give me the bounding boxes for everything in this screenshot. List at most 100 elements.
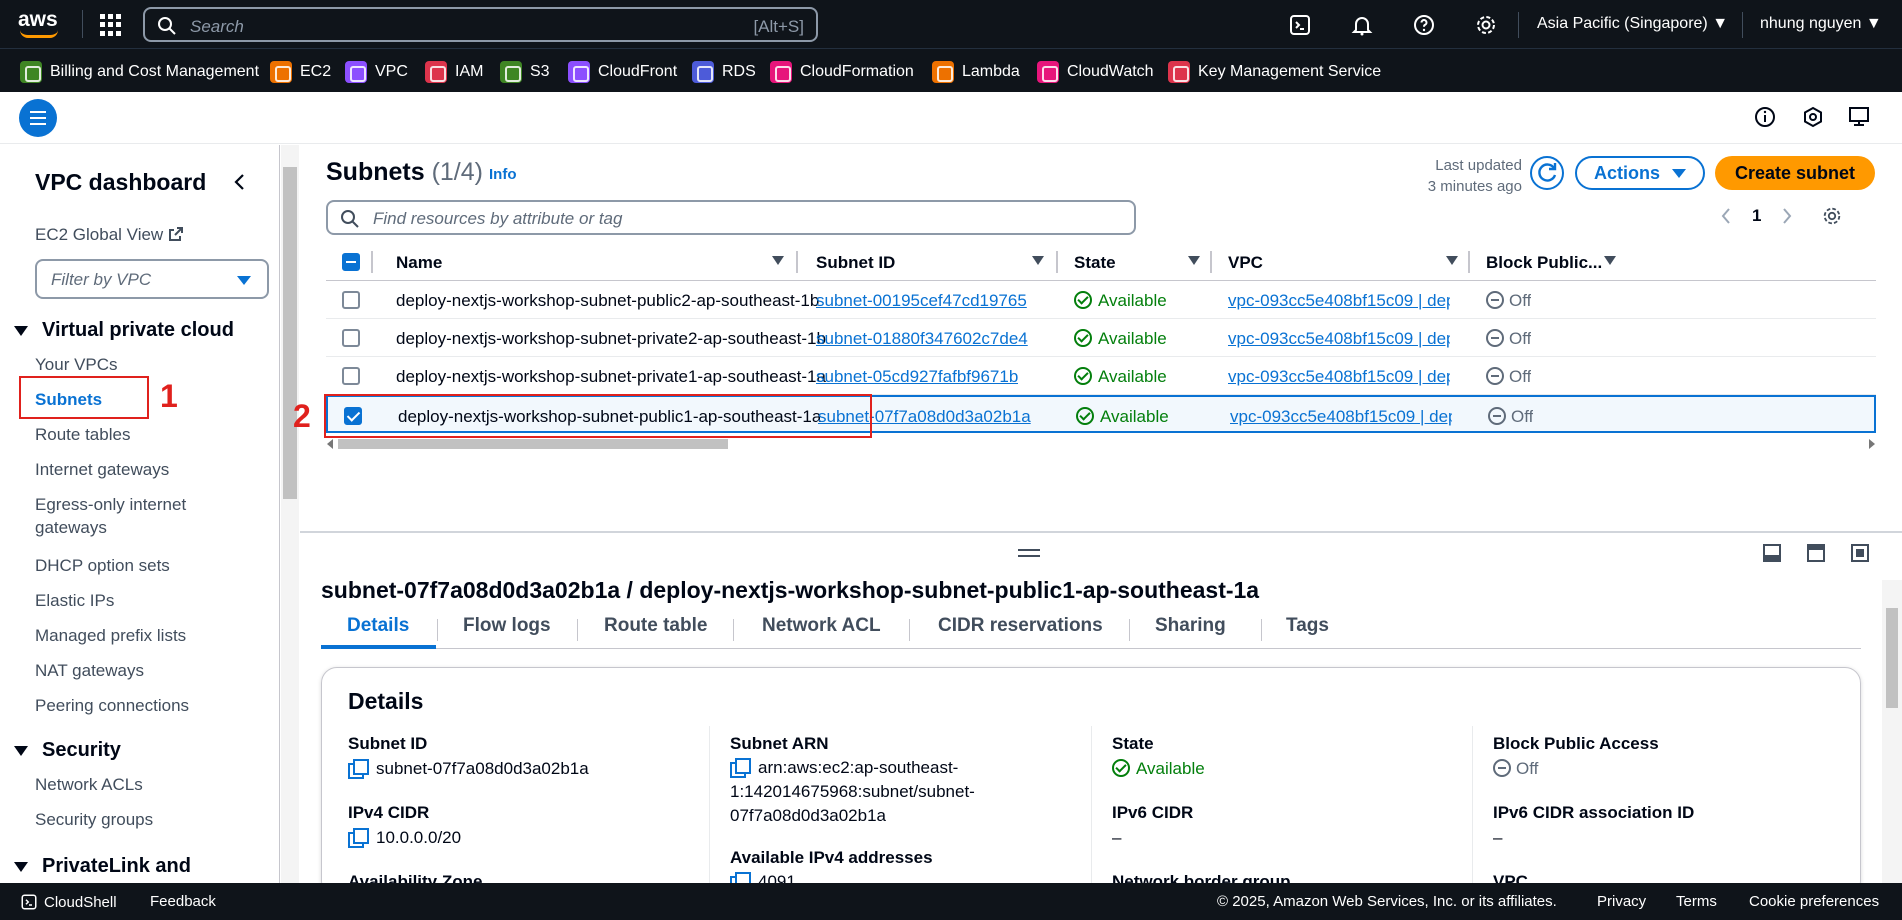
sidebar-item-internet-gateways[interactable]: Internet gateways <box>35 460 169 480</box>
table-preferences-gear-icon[interactable] <box>1821 205 1843 227</box>
sort-icon[interactable] <box>1032 256 1044 265</box>
next-page-icon[interactable] <box>1781 207 1793 225</box>
table-filter-input[interactable]: Find resources by attribute or tag <box>326 200 1136 235</box>
row-vpc-link[interactable]: vpc-093cc5e408bf15c09 | depl... <box>1230 407 1452 427</box>
region-selector[interactable]: Asia Pacific (Singapore) ▼ <box>1537 15 1728 33</box>
info-link[interactable]: Info <box>489 166 517 183</box>
favorite-rds[interactable]: RDS <box>692 61 756 83</box>
help-icon[interactable] <box>1412 13 1436 37</box>
cookie-preferences-link[interactable]: Cookie preferences <box>1749 893 1879 910</box>
tab-details[interactable]: Details <box>347 615 409 637</box>
privacy-link[interactable]: Privacy <box>1597 893 1646 910</box>
sidebar-item-network-acls[interactable]: Network ACLs <box>35 775 143 795</box>
row-checkbox[interactable] <box>342 367 360 385</box>
row-subnet-id-link[interactable]: subnet-05cd927fafbf9671b <box>816 367 1018 387</box>
split-bottom-icon[interactable] <box>1762 543 1782 563</box>
tab-flow-logs[interactable]: Flow logs <box>463 615 551 637</box>
split-panel-divider[interactable] <box>300 531 1902 533</box>
row-subnet-id-link[interactable]: subnet-01880f347602c7de4 <box>816 329 1028 349</box>
favorite-ec2[interactable]: EC2 <box>270 61 331 83</box>
favorite-s3[interactable]: S3 <box>500 61 550 83</box>
sidebar-item-managed-prefix-lists[interactable]: Managed prefix lists <box>35 626 186 646</box>
tutorial-panel-icon[interactable] <box>1848 106 1872 128</box>
maximize-panel-icon[interactable] <box>1850 543 1870 563</box>
sidebar-item-ec2-global-view[interactable]: EC2 Global View <box>35 225 184 245</box>
global-search-input[interactable]: Search [Alt+S] <box>143 7 818 42</box>
sidebar-item-nat-gateways[interactable]: NAT gateways <box>35 661 144 681</box>
sidebar-item-elastic-ips[interactable]: Elastic IPs <box>35 591 114 611</box>
row-vpc-link[interactable]: vpc-093cc5e408bf15c09 | depl... <box>1228 291 1450 311</box>
favorite-kms[interactable]: Key Management Service <box>1168 61 1381 83</box>
sidebar-scrollbar[interactable] <box>281 145 299 883</box>
drag-handle-icon[interactable] <box>1018 549 1040 557</box>
column-header-subnet-id[interactable]: Subnet ID <box>816 253 895 273</box>
favorite-iam[interactable]: IAM <box>425 61 483 83</box>
column-header-block-public-access[interactable]: Block Public... <box>1486 253 1602 273</box>
section-security[interactable]: Security <box>14 739 121 762</box>
settings-gear-icon[interactable] <box>1474 13 1498 37</box>
sidebar-item-security-groups[interactable]: Security groups <box>35 810 153 830</box>
tab-cidr-reservations[interactable]: CIDR reservations <box>938 615 1103 637</box>
table-horizontal-scrollbar[interactable] <box>326 437 1876 451</box>
status-success-icon <box>1074 329 1092 347</box>
sidebar-item-your-vpcs[interactable]: Your VPCs <box>35 355 118 375</box>
column-header-state[interactable]: State <box>1074 253 1116 273</box>
tab-tags[interactable]: Tags <box>1286 615 1329 637</box>
sidebar-item-dhcp-option-sets[interactable]: DHCP option sets <box>35 556 170 576</box>
select-all-checkbox[interactable] <box>342 253 360 271</box>
favorite-cloudwatch[interactable]: CloudWatch <box>1037 61 1154 83</box>
row-subnet-id-link[interactable]: subnet-00195cef47cd19765 <box>816 291 1027 311</box>
row-vpc-link[interactable]: vpc-093cc5e408bf15c09 | depl... <box>1228 329 1450 349</box>
column-header-vpc[interactable]: VPC <box>1228 253 1263 273</box>
tab-route-table[interactable]: Route table <box>604 615 707 637</box>
section-privatelink[interactable]: PrivateLink and <box>14 855 191 878</box>
section-virtual-private-cloud[interactable]: Virtual private cloud <box>14 319 234 342</box>
feedback-link[interactable]: Feedback <box>150 893 216 910</box>
sidebar-title[interactable]: VPC dashboard <box>35 169 206 196</box>
sort-icon[interactable] <box>772 256 784 265</box>
favorite-billing[interactable]: Billing and Cost Management <box>20 61 259 83</box>
annotation-box-2 <box>324 394 872 438</box>
row-checkbox[interactable] <box>342 329 360 347</box>
row-checkbox[interactable] <box>342 291 360 309</box>
cloudshell-button[interactable]: CloudShell <box>20 893 117 911</box>
split-side-icon[interactable] <box>1806 543 1826 563</box>
services-grid-icon[interactable] <box>100 14 122 36</box>
detail-panel-scrollbar[interactable] <box>1882 580 1902 883</box>
sidebar-item-egress-only-internet-gateways[interactable]: Egress-only internet gateways <box>35 495 186 541</box>
hexagon-icon[interactable] <box>1802 106 1824 128</box>
sidebar-item-peering-connections[interactable]: Peering connections <box>35 696 189 716</box>
aws-logo[interactable]: aws <box>18 8 64 40</box>
sidebar-item-route-tables[interactable]: Route tables <box>35 425 130 445</box>
user-menu[interactable]: nhung nguyen ▼ <box>1760 15 1882 33</box>
sort-icon[interactable] <box>1446 256 1458 265</box>
collapse-sidebar-icon[interactable] <box>232 173 246 191</box>
menu-toggle-button[interactable] <box>19 99 57 137</box>
current-page[interactable]: 1 <box>1752 206 1761 226</box>
create-subnet-button[interactable]: Create subnet <box>1715 156 1875 190</box>
favorite-cloudformation[interactable]: CloudFormation <box>770 61 914 83</box>
actions-button[interactable]: Actions <box>1575 156 1705 190</box>
table-row[interactable]: deploy-nextjs-workshop-subnet-private1-a… <box>326 357 1876 395</box>
copy-icon[interactable] <box>348 828 369 848</box>
favorite-cloudfront[interactable]: CloudFront <box>568 61 677 83</box>
filter-by-vpc-select[interactable]: Filter by VPC <box>35 259 269 299</box>
previous-page-icon[interactable] <box>1720 207 1732 225</box>
terms-link[interactable]: Terms <box>1676 893 1717 910</box>
copy-icon[interactable] <box>348 759 369 779</box>
table-row[interactable]: deploy-nextjs-workshop-subnet-public2-ap… <box>326 281 1876 319</box>
bell-icon[interactable] <box>1350 13 1374 37</box>
table-row[interactable]: deploy-nextjs-workshop-subnet-private2-a… <box>326 319 1876 357</box>
info-panel-icon[interactable] <box>1754 106 1776 128</box>
copy-icon[interactable] <box>730 758 751 778</box>
refresh-button[interactable] <box>1530 156 1564 190</box>
tab-sharing[interactable]: Sharing <box>1155 615 1226 637</box>
row-vpc-link[interactable]: vpc-093cc5e408bf15c09 | depl... <box>1228 367 1450 387</box>
favorite-vpc[interactable]: VPC <box>345 61 408 83</box>
tab-network-acl[interactable]: Network ACL <box>762 615 881 637</box>
favorite-lambda[interactable]: Lambda <box>932 61 1020 83</box>
column-header-name[interactable]: Name <box>396 253 442 273</box>
sort-icon[interactable] <box>1188 256 1200 265</box>
sort-icon[interactable] <box>1604 256 1616 265</box>
cloudshell-icon[interactable] <box>1288 13 1312 37</box>
